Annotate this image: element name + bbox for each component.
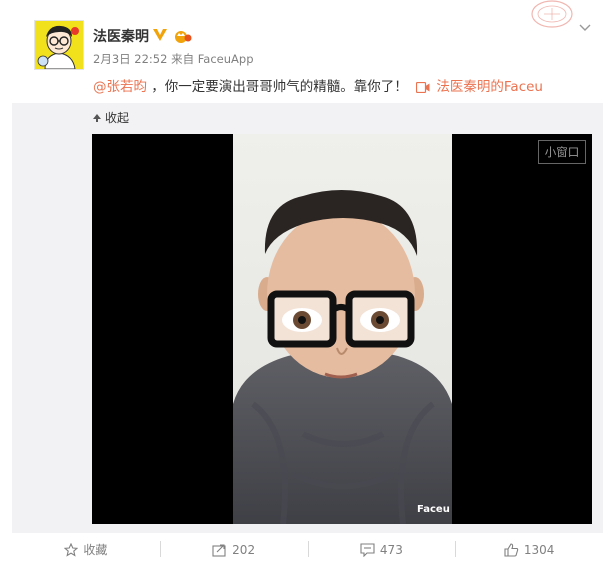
mention-link[interactable]: @张若昀	[93, 79, 147, 95]
video-still-image	[233, 134, 452, 524]
star-icon	[64, 542, 79, 557]
comment-button[interactable]: 473	[307, 537, 456, 562]
post-content: @张若昀 ，你一定要演出哥哥帅气的精髓。靠你了！ 法医秦明的Faceu	[93, 75, 543, 97]
post-source[interactable]: FaceuApp	[198, 52, 254, 66]
post-meta: 2月3日 22:52 来自 FaceuApp	[93, 51, 254, 67]
post-text: ，你一定要演出哥哥帅气的精髓。靠你了！	[151, 79, 408, 95]
collapse-label: 收起	[105, 111, 130, 125]
comment-count: 473	[379, 542, 403, 557]
avatar[interactable]	[34, 20, 84, 70]
username[interactable]: 法医秦明	[93, 26, 149, 46]
video-player[interactable]: 小窗口 Faceu	[92, 134, 592, 524]
video-frame	[233, 134, 452, 524]
favorite-label: 收藏	[83, 543, 108, 557]
comment-icon	[360, 542, 375, 557]
like-button[interactable]: 1304	[455, 537, 603, 562]
favorite-button[interactable]: 收藏	[12, 537, 160, 562]
faceu-watermark: Faceu	[417, 504, 450, 515]
chevron-down-icon[interactable]	[578, 22, 592, 36]
source-prefix: 来自	[171, 52, 195, 66]
verified-v-icon	[152, 27, 168, 46]
stamp-icon	[529, 0, 575, 38]
collapse-arrow-icon	[93, 113, 101, 122]
video-link[interactable]: 法医秦明的Faceu	[436, 79, 543, 95]
thumbs-up-icon	[504, 542, 519, 557]
avatar-cartoon-icon	[35, 21, 83, 69]
vip-crown-icon[interactable]	[174, 28, 192, 47]
repost-count: 202	[232, 542, 256, 557]
post-date[interactable]: 2月3日 22:52	[93, 52, 167, 66]
action-bar: 收藏 202 473 1304	[12, 537, 603, 562]
like-count: 1304	[523, 542, 555, 557]
collapse-button[interactable]: 收起	[92, 109, 129, 126]
repost-icon	[212, 543, 226, 557]
mini-window-button[interactable]: 小窗口	[538, 140, 586, 164]
repost-button[interactable]: 202	[159, 537, 308, 562]
video-icon	[415, 81, 430, 97]
